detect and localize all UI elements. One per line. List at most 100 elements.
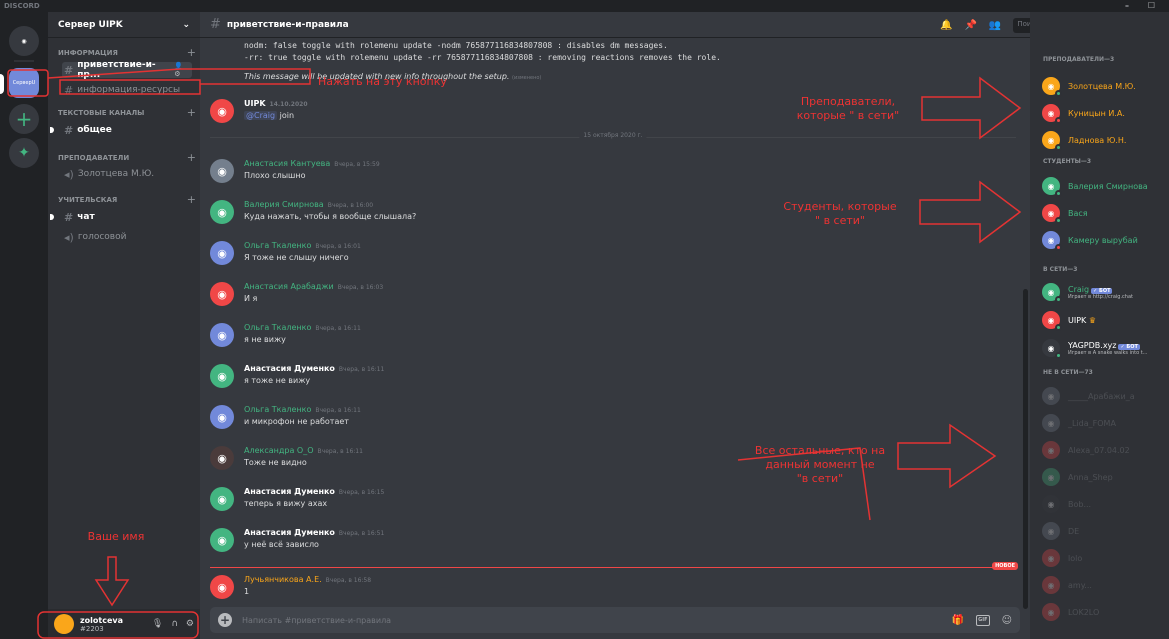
speaker-icon: ◂) — [64, 167, 74, 181]
member-item[interactable]: ◉ lolo — [1042, 546, 1167, 570]
category-info[interactable]: ИНФОРМАЦИЯ + — [58, 47, 196, 58]
member-item[interactable]: ◉ Alexa_07.04.02 — [1042, 438, 1167, 462]
avatar[interactable]: ◉ — [210, 323, 234, 347]
channel-general[interactable]: # общее — [62, 122, 192, 138]
message-author[interactable]: Анастасия Думенко — [244, 528, 335, 537]
avatar[interactable]: ◉ — [210, 99, 234, 123]
avatar[interactable]: ◉ — [210, 575, 234, 599]
message-author[interactable]: Анастасия Думенко — [244, 364, 335, 373]
message[interactable]: ◉ Анастасия Арабаджи Вчера, в 16:03 И я — [210, 280, 1020, 314]
message[interactable]: ◉ Валерия Смирнова Вчера, в 16:00 Куда нажа… — [210, 198, 1020, 232]
gift-icon[interactable]: 🎁 — [952, 615, 964, 626]
member-item[interactable]: ◉ Вася — [1042, 201, 1167, 225]
scrollbar[interactable] — [1023, 289, 1028, 609]
channel-welcome[interactable]: # приветствие-и-пр... 👤⚙ — [62, 60, 192, 80]
bell-icon[interactable]: 🔔 — [940, 20, 952, 31]
system-text: nodm: false toggle with rolemenu update … — [244, 41, 668, 50]
add-channel-icon[interactable]: + — [187, 194, 196, 205]
message[interactable]: ◉ Анастасия Кантуева Вчера, в 15:59 Плохо с… — [210, 157, 1020, 191]
member-item[interactable]: ◉ YAGPDB.xyz ✓ БОТ Играет в A snake walks i… — [1042, 336, 1167, 360]
member-item[interactable]: ◉ Валерия Смирнова — [1042, 174, 1167, 198]
user-mention[interactable]: @Craig — [244, 111, 278, 120]
server-header[interactable]: Сервер UIPK ⌄ — [48, 12, 200, 38]
explore-servers-button[interactable]: ✦ — [9, 138, 39, 168]
window-controls[interactable]: – ☐ — [1125, 0, 1163, 12]
member-item[interactable]: ◉ Камеру вырубай — [1042, 228, 1167, 252]
emoji-icon[interactable]: ☺ — [1002, 615, 1012, 626]
message[interactable]: ◉ Анастасия Думенко Вчера, в 16:15 теперь я… — [210, 485, 1020, 519]
microphone-icon[interactable]: 🎙 — [152, 619, 163, 629]
message-author[interactable]: UIPK — [244, 99, 266, 108]
message-text: Тоже не видно — [244, 458, 307, 467]
message[interactable]: ◉ Лучьянчикова А.Е. Вчера, в 16:58 1 — [210, 573, 1020, 607]
upload-button[interactable]: + — [218, 613, 232, 627]
message-author[interactable]: Ольга Ткаленко — [244, 241, 311, 250]
message-input[interactable] — [242, 615, 952, 625]
avatar[interactable]: ◉ — [210, 487, 234, 511]
avatar: ◉ — [1042, 549, 1060, 567]
avatar[interactable]: ◉ — [210, 364, 234, 388]
add-channel-icon[interactable]: + — [187, 47, 196, 58]
message-author[interactable]: Анастасия Кантуева — [244, 159, 330, 168]
member-name: DE — [1068, 526, 1080, 536]
avatar[interactable]: ◉ — [210, 446, 234, 470]
member-item[interactable]: ◉ Ладнова Ю.Н. — [1042, 128, 1167, 152]
rail-separator — [14, 60, 34, 62]
avatar[interactable] — [54, 614, 74, 634]
message-timestamp: Вчера, в 16:00 — [327, 202, 374, 209]
member-item[interactable]: ◉ Anna_Shep — [1042, 465, 1167, 489]
pin-icon[interactable]: 📌 — [964, 20, 976, 31]
message-author[interactable]: Валерия Смирнова — [244, 200, 324, 209]
add-channel-icon[interactable]: + — [187, 107, 196, 118]
category-teachers[interactable]: ПРЕПОДАВАТЕЛИ + — [58, 152, 196, 163]
channel-resources[interactable]: # информация-ресурсы — [62, 82, 192, 98]
invite-settings-icon[interactable]: 👤⚙ — [174, 62, 188, 78]
member-item[interactable]: ◉ LOK2LO — [1042, 600, 1167, 624]
message[interactable]: ◉ Ольга Ткаленко Вчера, в 16:11 я не вижу — [210, 321, 1020, 355]
member-item[interactable]: ◉ _Lida_FOMA — [1042, 411, 1167, 435]
message[interactable]: ◉ Анастасия Думенко Вчера, в 16:11 я тоже н… — [210, 362, 1020, 396]
member-name: amy... — [1068, 580, 1092, 590]
avatar[interactable]: ◉ — [210, 282, 234, 306]
category-teacherroom[interactable]: УЧИТЕЛЬСКАЯ + — [58, 194, 196, 205]
message[interactable]: ◉ UIPK 14.10.2020 @Craig join — [210, 97, 1020, 131]
message-timestamp: Вчера, в 16:11 — [315, 407, 361, 414]
message[interactable]: ◉ Ольга Ткаленко Вчера, в 16:11 и микрофон … — [210, 403, 1020, 437]
member-item[interactable]: ◉ Золотцева М.Ю. — [1042, 74, 1167, 98]
message[interactable]: ◉ Александра О_О Вчера, в 16:11 Тоже не вид… — [210, 444, 1020, 478]
gif-icon[interactable]: GIF — [976, 614, 990, 626]
voice-channel-golosovoy[interactable]: ◂) голосовой — [62, 229, 192, 245]
message-author[interactable]: Анастасия Думенко — [244, 487, 335, 496]
member-item[interactable]: ◉ Куницын И.А. — [1042, 101, 1167, 125]
message-author[interactable]: Ольга Ткаленко — [244, 323, 311, 332]
member-item[interactable]: ◉ Craig ✓ БОТ Играет в http://craig.chat — [1042, 280, 1167, 304]
message-author[interactable]: Анастасия Арабаджи — [244, 282, 334, 291]
avatar[interactable]: ◉ — [210, 200, 234, 224]
category-text[interactable]: ТЕКСТОВЫЕ КАНАЛЫ + — [58, 107, 196, 118]
avatar[interactable]: ◉ — [210, 528, 234, 552]
discord-logo-icon: ◉ — [21, 37, 27, 45]
server-icon-uipk[interactable]: СерверU — [9, 68, 39, 98]
home-button[interactable]: ◉ — [9, 26, 39, 56]
message-author[interactable]: Ольга Ткаленко — [244, 405, 311, 414]
add-channel-icon[interactable]: + — [187, 152, 196, 163]
member-item[interactable]: ◉ Bob... — [1042, 492, 1167, 516]
headphones-icon[interactable]: ∩ — [171, 619, 178, 629]
message[interactable]: ◉ Ольга Ткаленко Вчера, в 16:01 Я тоже не с… — [210, 239, 1020, 273]
member-category: СТУДЕНТЫ—3 — [1043, 158, 1092, 165]
avatar[interactable]: ◉ — [210, 159, 234, 183]
add-server-button[interactable]: + — [9, 104, 39, 134]
member-item[interactable]: ◉ UIPK ♛ — [1042, 308, 1167, 332]
channel-chat[interactable]: # чат — [62, 209, 192, 225]
message[interactable]: ◉ Анастасия Думенко Вчера, в 16:51 у неё вс… — [210, 526, 1020, 560]
message-author[interactable]: Лучьянчикова А.Е. — [244, 575, 322, 584]
voice-channel-zolotceva[interactable]: ◂) Золотцева М.Ю. — [62, 166, 192, 182]
message-author[interactable]: Александра О_О — [244, 446, 314, 455]
member-item[interactable]: ◉ _____Арабажи_a — [1042, 384, 1167, 408]
member-item[interactable]: ◉ amy... — [1042, 573, 1167, 597]
member-item[interactable]: ◉ DE — [1042, 519, 1167, 543]
avatar[interactable]: ◉ — [210, 241, 234, 265]
avatar[interactable]: ◉ — [210, 405, 234, 429]
gear-icon[interactable]: ⚙ — [186, 619, 194, 629]
members-icon[interactable]: 👥 — [989, 20, 1001, 31]
